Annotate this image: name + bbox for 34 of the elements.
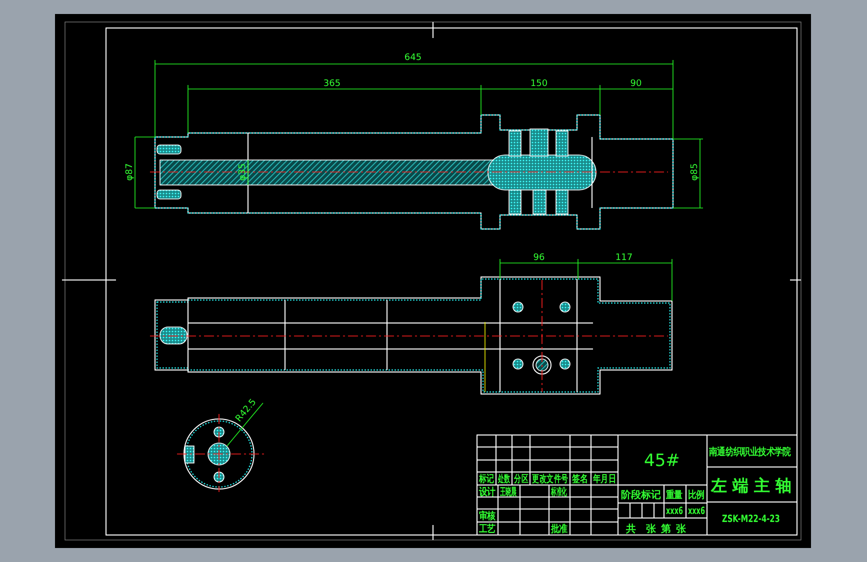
title-block-label: 签名 (572, 474, 588, 486)
title-block-label: 阶段标记 (621, 490, 661, 501)
dimension-text: φ85 (690, 163, 700, 181)
dimension-text: 365 (323, 79, 341, 89)
dimension-text: φ35 (238, 163, 248, 181)
title-block-label: 第 (661, 524, 671, 535)
part-name: 左 端 主 轴 (711, 476, 792, 495)
title-block-label: 重量 (666, 489, 682, 502)
title-block-label: 王晓晨 (500, 485, 517, 498)
title-block-label: 更改文件号 (532, 474, 568, 486)
dimension-text: 90 (630, 79, 642, 89)
title-block-label: 审核 (479, 510, 496, 522)
dimension-text: 645 (404, 53, 422, 63)
title-block-label: 标准化 (551, 486, 567, 498)
title-block-label: 共 (626, 524, 636, 535)
school-name: 南通纺织职业技术学院 (709, 446, 791, 458)
title-block-label: xxx6 (666, 504, 683, 516)
title-block-label: 张 (646, 524, 656, 535)
title-block-label: xxx6 (688, 504, 705, 516)
title-block-label: 张 (676, 524, 686, 535)
title-block-label: 年月日 (593, 474, 616, 486)
drawing-number: ZSK-M22-4-23 (722, 514, 780, 526)
dimension-text: 96 (533, 253, 545, 263)
title-block-label: 处数 (498, 472, 510, 484)
title-block-label: 分区 (514, 474, 529, 486)
title-block-label: 比例 (688, 489, 704, 502)
title-block-label: 工艺 (479, 523, 496, 536)
dimension-text: 150 (530, 79, 548, 89)
title-block-label: 批准 (551, 523, 568, 536)
title-block-label: 标记 (479, 474, 494, 486)
dimension-text: φ87 (125, 163, 135, 181)
material-text: 45# (644, 451, 680, 471)
dimension-text: 117 (615, 253, 633, 263)
title-block-label: 设计 (479, 486, 496, 498)
